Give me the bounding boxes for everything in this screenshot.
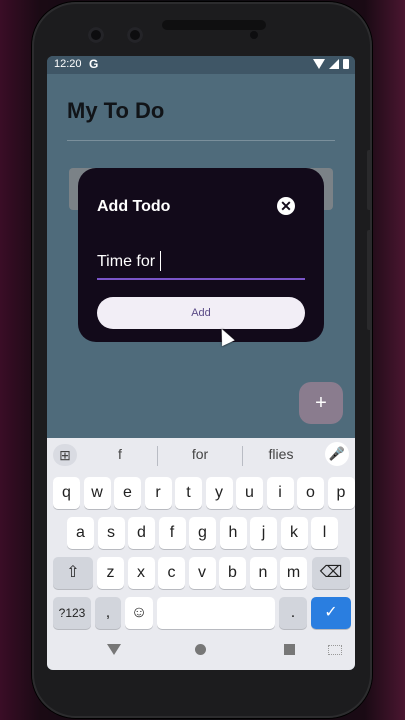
signal-icon bbox=[329, 59, 339, 69]
suggestion-divider bbox=[157, 446, 158, 466]
front-camera bbox=[88, 27, 104, 43]
space-key[interactable] bbox=[157, 597, 275, 629]
page-title: My To Do bbox=[67, 98, 165, 123]
key-e[interactable]: e bbox=[114, 477, 141, 509]
key-q[interactable]: q bbox=[53, 477, 80, 509]
suggestion-1[interactable]: f bbox=[80, 446, 160, 462]
key-b[interactable]: b bbox=[219, 557, 246, 589]
power-button bbox=[367, 150, 372, 210]
suggestion-2[interactable]: for bbox=[160, 446, 240, 462]
key-w[interactable]: w bbox=[83, 477, 111, 509]
suggestion-strip: ⊞ f for flies 🎤 bbox=[47, 438, 355, 472]
home-icon[interactable] bbox=[195, 644, 206, 655]
key-x[interactable]: x bbox=[127, 557, 155, 589]
navigation-bar bbox=[47, 632, 355, 670]
google-icon: G bbox=[89, 57, 99, 71]
proximity-sensor bbox=[250, 31, 258, 39]
screen: 12:20 G My To Do Add Todo ✕ Add + ⊞ f fo… bbox=[47, 56, 355, 670]
backspace-key[interactable]: ⌫ bbox=[312, 557, 350, 589]
key-s[interactable]: s bbox=[97, 517, 125, 549]
key-c[interactable]: c bbox=[158, 557, 185, 589]
apps-grid-icon[interactable]: ⊞ bbox=[53, 444, 77, 466]
back-icon[interactable] bbox=[107, 644, 121, 655]
key-h[interactable]: h bbox=[219, 517, 247, 549]
period-key[interactable]: . bbox=[279, 597, 307, 629]
wifi-icon bbox=[313, 59, 325, 69]
close-icon[interactable]: ✕ bbox=[277, 197, 295, 215]
add-button[interactable]: Add bbox=[97, 297, 305, 329]
earpiece-speaker bbox=[162, 20, 266, 30]
front-sensor bbox=[127, 27, 143, 43]
key-y[interactable]: y bbox=[205, 477, 233, 509]
dialog-title: Add Todo bbox=[97, 198, 171, 215]
key-d[interactable]: d bbox=[128, 517, 155, 549]
status-bar: 12:20 G bbox=[47, 56, 355, 74]
shift-key[interactable]: ⇧ bbox=[53, 557, 93, 589]
microphone-icon[interactable]: 🎤 bbox=[325, 442, 349, 466]
emoji-key[interactable]: ☺ bbox=[125, 597, 153, 629]
key-l[interactable]: l bbox=[311, 517, 338, 549]
key-o[interactable]: o bbox=[297, 477, 324, 509]
key-n[interactable]: n bbox=[249, 557, 277, 589]
key-m[interactable]: m bbox=[280, 557, 307, 589]
battery-icon bbox=[343, 59, 349, 69]
add-todo-dialog: Add Todo ✕ Add bbox=[78, 168, 324, 342]
suggestion-3[interactable]: flies bbox=[241, 446, 321, 462]
add-fab-button[interactable]: + bbox=[299, 382, 343, 424]
key-p[interactable]: p bbox=[327, 477, 355, 509]
key-i[interactable]: i bbox=[266, 477, 294, 509]
key-f[interactable]: f bbox=[158, 517, 186, 549]
key-k[interactable]: k bbox=[280, 517, 308, 549]
todo-input[interactable] bbox=[97, 246, 305, 280]
comma-key[interactable]: , bbox=[95, 597, 121, 629]
status-icons bbox=[313, 59, 349, 69]
key-g[interactable]: g bbox=[189, 517, 216, 549]
text-caret bbox=[160, 251, 161, 271]
key-v[interactable]: v bbox=[188, 557, 216, 589]
status-time: 12:20 bbox=[54, 58, 82, 70]
key-u[interactable]: u bbox=[236, 477, 263, 509]
key-z[interactable]: z bbox=[97, 557, 124, 589]
title-divider bbox=[67, 140, 335, 141]
key-r[interactable]: r bbox=[144, 477, 172, 509]
key-a[interactable]: a bbox=[67, 517, 94, 549]
enter-key[interactable]: ✓ bbox=[311, 597, 351, 629]
on-screen-keyboard: ⊞ f for flies 🎤 q w e r t y u i o p a s d f g h j k l ⇧ z x c v… bbox=[47, 438, 355, 670]
key-j[interactable]: j bbox=[250, 517, 277, 549]
keyboard-switch-icon[interactable] bbox=[328, 645, 342, 655]
recents-icon[interactable] bbox=[284, 644, 295, 655]
volume-button bbox=[367, 230, 372, 330]
symbols-key[interactable]: ?123 bbox=[53, 597, 91, 629]
key-t[interactable]: t bbox=[175, 477, 202, 509]
